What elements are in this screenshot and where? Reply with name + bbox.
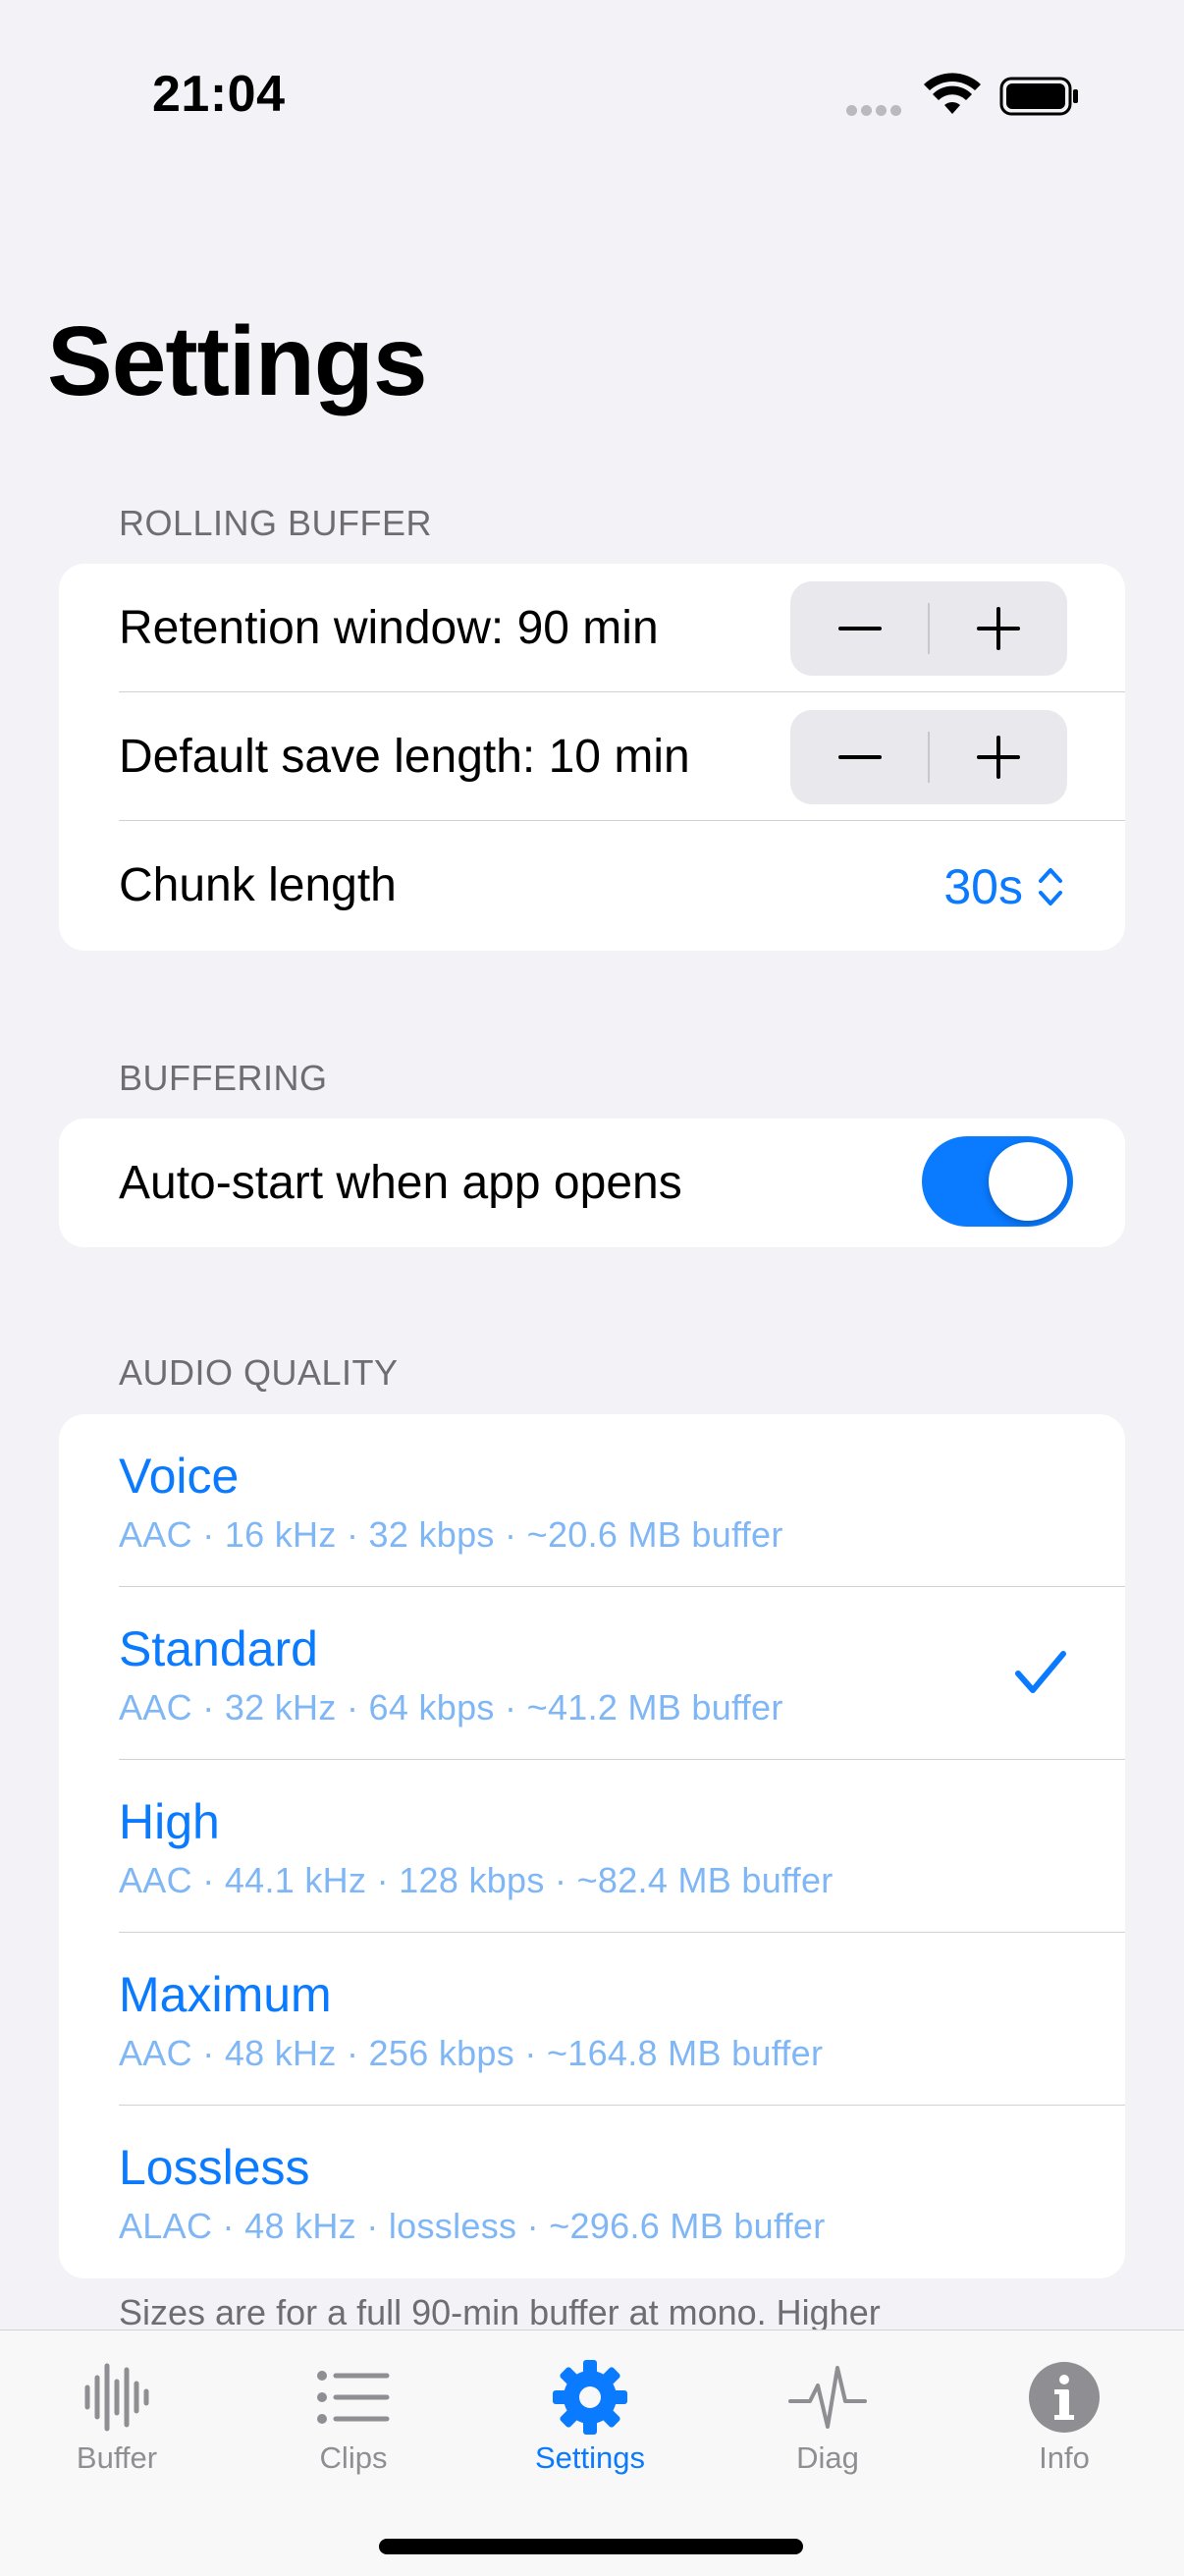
quality-option-name: High <box>119 1794 220 1849</box>
quality-option-detail: AAC · 44.1 kHz · 128 kbps · ~82.4 MB buf… <box>119 1860 834 1900</box>
default-save-length-row: Default save length: 10 min <box>59 692 1125 821</box>
quality-option-lossless[interactable]: Lossless ALAC · 48 kHz · lossless · ~296… <box>59 2106 1125 2278</box>
quality-option-detail: AAC · 16 kHz · 32 kbps · ~20.6 MB buffer <box>119 1514 783 1555</box>
page-title: Settings <box>47 306 427 416</box>
plus-icon <box>976 736 1020 779</box>
auto-start-toggle[interactable] <box>922 1136 1073 1227</box>
retention-window-row: Retention window: 90 min <box>59 564 1125 692</box>
pulse-icon <box>788 2366 867 2429</box>
chunk-length-picker[interactable]: 30s <box>943 858 1064 915</box>
quality-option-voice[interactable]: Voice AAC · 16 kHz · 32 kbps · ~20.6 MB … <box>59 1414 1125 1587</box>
chunk-length-value: 30s <box>943 859 1023 914</box>
retention-window-label: Retention window: 90 min <box>119 602 659 654</box>
info-icon <box>1029 2362 1100 2433</box>
tab-settings[interactable]: Settings <box>492 2330 688 2507</box>
rolling-buffer-card: Retention window: 90 min Default save le… <box>59 564 1125 951</box>
audio-quality-card: Voice AAC · 16 kHz · 32 kbps · ~20.6 MB … <box>59 1414 1125 2278</box>
quality-option-standard[interactable]: Standard AAC · 32 kHz · 64 kbps · ~41.2 … <box>59 1587 1125 1760</box>
section-header-rolling-buffer: ROLLING BUFFER <box>119 503 433 543</box>
section-header-audio-quality: AUDIO QUALITY <box>119 1352 399 1393</box>
default-save-length-stepper <box>790 710 1067 804</box>
toggle-knob <box>989 1142 1067 1221</box>
tab-info[interactable]: Info <box>966 2330 1162 2507</box>
buffering-card: Auto-start when app opens <box>59 1119 1125 1247</box>
tab-label: Clips <box>319 2440 388 2475</box>
quality-option-name: Voice <box>119 1449 240 1504</box>
tab-label: Diag <box>796 2440 859 2475</box>
gear-icon <box>553 2360 627 2435</box>
retention-decrement-button[interactable] <box>790 581 929 676</box>
chunk-length-label: Chunk length <box>119 859 397 911</box>
retention-increment-button[interactable] <box>929 581 1067 676</box>
tab-diag[interactable]: Diag <box>729 2330 926 2507</box>
quality-option-high[interactable]: High AAC · 44.1 kHz · 128 kbps · ~82.4 M… <box>59 1760 1125 1933</box>
quality-option-detail: ALAC · 48 kHz · lossless · ~296.6 MB buf… <box>119 2206 826 2246</box>
quality-option-name: Lossless <box>119 2140 310 2195</box>
waveform-icon <box>84 2363 149 2432</box>
home-indicator <box>379 2539 803 2554</box>
auto-start-row: Auto-start when app opens <box>59 1119 1125 1247</box>
tab-label: Buffer <box>76 2440 158 2475</box>
status-time: 21:04 <box>152 66 286 123</box>
quality-option-detail: AAC · 32 kHz · 64 kbps · ~41.2 MB buffer <box>119 1687 783 1727</box>
section-header-buffering: BUFFERING <box>119 1058 328 1098</box>
quality-option-name: Maximum <box>119 1967 332 2022</box>
minus-icon <box>837 627 882 630</box>
retention-window-stepper <box>790 581 1067 676</box>
tab-label: Info <box>1039 2440 1090 2475</box>
quality-option-maximum[interactable]: Maximum AAC · 48 kHz · 256 kbps · ~164.8… <box>59 1933 1125 2106</box>
audio-quality-footnote: Sizes are for a full 90-min buffer at mo… <box>119 2292 881 2332</box>
save-length-increment-button[interactable] <box>929 710 1067 804</box>
plus-icon <box>976 607 1020 650</box>
checkmark-icon <box>1015 1651 1066 1693</box>
chevron-up-down-icon <box>1039 868 1062 905</box>
tab-clips[interactable]: Clips <box>255 2330 452 2507</box>
list-icon <box>317 2371 390 2424</box>
quality-option-name: Standard <box>119 1621 318 1676</box>
battery-icon <box>999 77 1078 116</box>
quality-option-detail: AAC · 48 kHz · 256 kbps · ~164.8 MB buff… <box>119 2033 824 2073</box>
save-length-decrement-button[interactable] <box>790 710 929 804</box>
tab-label: Settings <box>534 2440 645 2475</box>
auto-start-label: Auto-start when app opens <box>119 1157 682 1209</box>
cellular-signal-icon <box>846 103 905 121</box>
tab-buffer[interactable]: Buffer <box>19 2330 215 2507</box>
wifi-icon <box>924 73 981 114</box>
chunk-length-row[interactable]: Chunk length 30s <box>59 821 1125 951</box>
default-save-length-label: Default save length: 10 min <box>119 731 690 783</box>
minus-icon <box>837 755 882 759</box>
status-bar: 21:04 <box>0 0 1184 196</box>
